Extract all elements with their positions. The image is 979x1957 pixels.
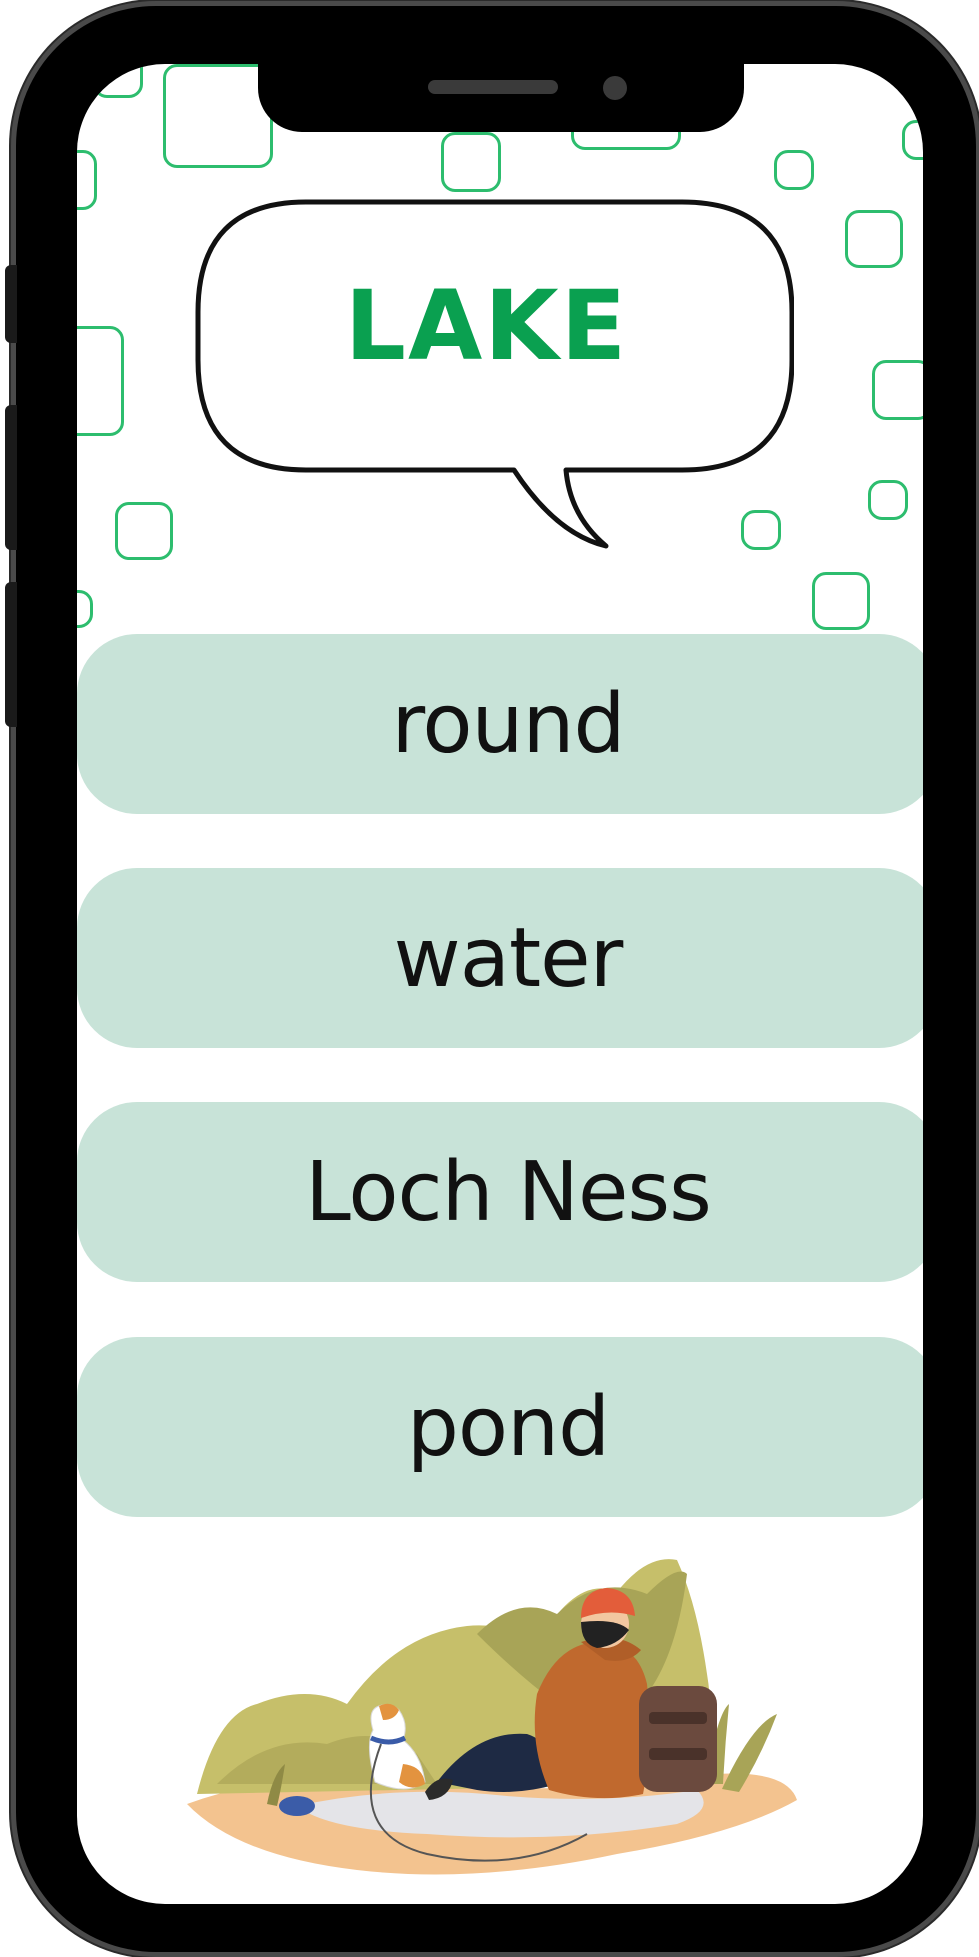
front-camera — [603, 76, 627, 100]
side-button-volume-down — [5, 582, 17, 727]
answer-option-loch-ness[interactable]: Loch Ness — [77, 1102, 923, 1282]
decor-square — [163, 64, 273, 168]
answer-option-round[interactable]: round — [77, 634, 923, 814]
decor-square — [77, 326, 124, 436]
target-word: LAKE — [344, 270, 629, 382]
decor-square — [77, 590, 93, 628]
answer-label: round — [391, 676, 625, 772]
answer-option-water[interactable]: water — [77, 868, 923, 1048]
decor-square — [868, 480, 908, 520]
side-button-silent — [5, 265, 17, 343]
notch — [258, 64, 744, 132]
decor-square — [845, 210, 903, 268]
decor-square — [872, 360, 923, 420]
answer-label: water — [393, 910, 624, 1006]
decor-square — [774, 150, 814, 190]
speech-bubble — [195, 199, 794, 549]
decor-square — [115, 502, 173, 560]
hiker-with-dog-illustration — [187, 1559, 797, 1875]
decor-square — [77, 150, 97, 210]
decor-square — [93, 64, 143, 98]
screen: LAKE round water Loch Ness pond — [77, 64, 923, 1904]
speaker-grille — [428, 80, 558, 94]
decor-square — [812, 572, 870, 630]
decor-square — [902, 120, 923, 160]
decor-square — [441, 132, 501, 192]
answer-label: pond — [406, 1379, 610, 1475]
answer-option-pond[interactable]: pond — [77, 1337, 923, 1517]
answer-label: Loch Ness — [305, 1144, 712, 1240]
side-button-volume-up — [5, 405, 17, 550]
